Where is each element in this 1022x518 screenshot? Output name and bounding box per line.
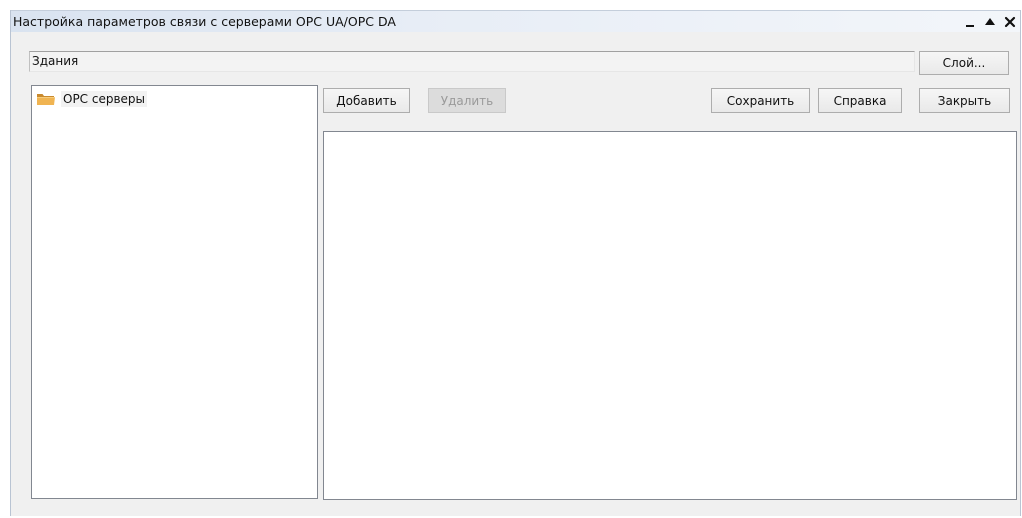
help-button[interactable]: Справка <box>818 88 902 113</box>
delete-button[interactable]: Удалить <box>428 88 506 113</box>
close-icon[interactable] <box>1000 11 1020 33</box>
save-button[interactable]: Сохранить <box>711 88 810 113</box>
title-bar[interactable]: Настройка параметров связи с серверами O… <box>11 10 1020 32</box>
layer-path-field[interactable]: Здания <box>29 51 915 72</box>
layer-button[interactable]: Слой... <box>919 51 1009 75</box>
maximize-icon[interactable] <box>980 11 1000 33</box>
window-title: Настройка параметров связи с серверами O… <box>13 14 396 29</box>
window-controls <box>960 11 1020 33</box>
tree-item-label: OPC серверы <box>61 91 148 107</box>
server-tree[interactable]: OPC серверы <box>31 85 318 499</box>
minimize-icon[interactable] <box>960 11 980 33</box>
config-window: Настройка параметров связи с серверами O… <box>10 10 1021 516</box>
details-panel[interactable] <box>323 131 1017 500</box>
folder-icon <box>37 94 55 105</box>
add-button[interactable]: Добавить <box>323 88 410 113</box>
close-button[interactable]: Закрыть <box>919 88 1010 113</box>
tree-item-opc-servers[interactable]: OPC серверы <box>36 90 148 108</box>
